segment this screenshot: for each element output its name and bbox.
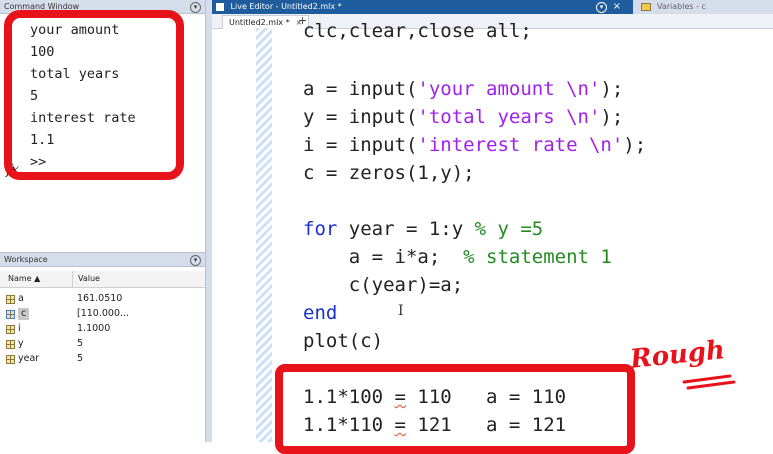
- variables-tab[interactable]: Variables - c: [633, 0, 773, 14]
- column-header-name[interactable]: Name ▲: [8, 271, 40, 287]
- code-text: c = zeros(1,y);: [303, 162, 475, 184]
- variable-value: 5: [77, 338, 84, 349]
- variable-value: 1.1000: [77, 323, 111, 334]
- workspace-title: Workspace: [4, 255, 48, 264]
- scalar-icon: [6, 355, 15, 364]
- variable-value: 5: [77, 353, 84, 364]
- scalar-icon: [6, 340, 15, 349]
- code-line[interactable]: c(year)=a;: [303, 274, 463, 296]
- variables-tab-label: Variables - c: [657, 2, 706, 11]
- workspace-row[interactable]: y 5: [0, 338, 205, 350]
- code-text: c(year)=a;: [303, 274, 464, 296]
- matrix-icon: [6, 310, 15, 319]
- workspace-titlebar: Workspace ▾: [0, 253, 205, 267]
- section-bar: [256, 28, 272, 442]
- workspace-row[interactable]: i 1.1000: [0, 323, 205, 335]
- scalar-icon: [6, 325, 15, 334]
- variable-value: 161.0510: [77, 293, 123, 304]
- variable-value: [110.000...: [77, 308, 130, 319]
- code-line[interactable]: end: [303, 302, 337, 324]
- annotation-underline: [682, 374, 736, 390]
- code-line[interactable]: a = i*a; % statement 1: [303, 246, 612, 268]
- code-comment: % y =5: [474, 218, 544, 240]
- code-text: );: [600, 106, 624, 128]
- code-text: plot(c): [303, 330, 384, 352]
- tab-label: Untitled2.mlx *: [229, 18, 290, 27]
- text-cursor-icon: I: [398, 303, 404, 319]
- column-header-value[interactable]: Value: [72, 271, 100, 287]
- annotation-box-command: [4, 10, 184, 180]
- variable-name: year: [18, 353, 40, 364]
- workspace-row[interactable]: year 5: [0, 353, 205, 365]
- panel-menu-icon[interactable]: ▾: [596, 2, 607, 13]
- annotation-box-rough: [275, 364, 635, 454]
- close-icon[interactable]: ×: [613, 0, 621, 14]
- editor-app-icon: [216, 2, 224, 11]
- code-text: i = input(: [303, 134, 418, 156]
- code-text: y = input(: [303, 106, 418, 128]
- code-text: );: [623, 134, 647, 156]
- code-line[interactable]: plot(c): [303, 330, 383, 352]
- code-string: 'total years \n': [417, 106, 601, 128]
- code-string: 'your amount \n': [417, 78, 601, 100]
- code-comment: % statement 1: [463, 246, 612, 268]
- variable-name: i: [18, 323, 21, 334]
- workspace-row[interactable]: a 161.0510: [0, 293, 205, 305]
- code-line[interactable]: i = input('interest rate \n');: [303, 134, 646, 156]
- code-string: 'interest rate \n': [417, 134, 624, 156]
- code-keyword: end: [303, 302, 338, 324]
- variable-name: y: [18, 338, 24, 349]
- code-text: a = i*a;: [303, 246, 464, 268]
- code-text: clc,clear,close all;: [303, 20, 532, 42]
- code-line[interactable]: a = input('your amount \n');: [303, 78, 623, 100]
- tab-untitled2[interactable]: Untitled2.mlx * ×: [222, 15, 310, 29]
- panel-menu-icon[interactable]: ▾: [190, 2, 201, 13]
- variables-icon: [641, 3, 651, 11]
- editor-title: Live Editor - Untitled2.mlx *: [230, 2, 342, 11]
- workspace-header: Name ▲ Value: [0, 271, 205, 288]
- code-text: );: [600, 78, 624, 100]
- code-keyword: for: [303, 218, 338, 240]
- code-line[interactable]: y = input('total years \n');: [303, 106, 623, 128]
- code-text: year = 1:y: [337, 218, 475, 240]
- code-line[interactable]: for year = 1:y % y =5: [303, 218, 543, 240]
- variable-name: a: [18, 293, 24, 304]
- scalar-icon: [6, 295, 15, 304]
- panel-menu-icon[interactable]: ▾: [190, 255, 201, 266]
- variable-name: c: [18, 308, 30, 320]
- workspace-row[interactable]: c [110.000...: [0, 308, 205, 320]
- code-line[interactable]: clc,clear,close all;: [303, 20, 532, 42]
- workspace-panel[interactable]: Workspace ▾ Name ▲ Value a 161.0510 c [1…: [0, 252, 206, 442]
- code-text: a = input(: [303, 78, 418, 100]
- code-line[interactable]: c = zeros(1,y);: [303, 162, 475, 184]
